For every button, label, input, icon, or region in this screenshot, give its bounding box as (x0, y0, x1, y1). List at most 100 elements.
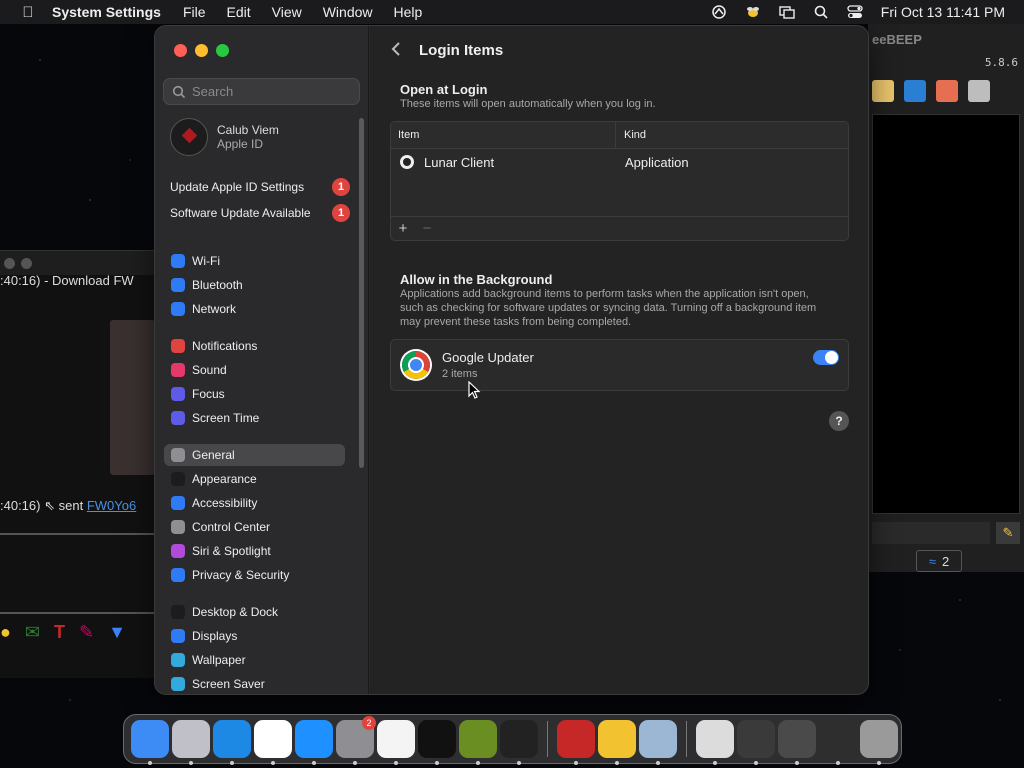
sidebar-item-siri-spotlight[interactable]: Siri & Spotlight (164, 540, 344, 562)
document-stack-2-icon[interactable] (737, 720, 775, 765)
back-button[interactable] (390, 40, 404, 63)
help-button[interactable]: ? (829, 411, 849, 431)
avatar (170, 118, 208, 156)
mail-icon[interactable]: ✉ (25, 622, 40, 643)
network-icon[interactable] (904, 80, 926, 102)
column-kind[interactable]: Kind (616, 129, 646, 141)
page-title: Login Items (419, 42, 504, 59)
window-controls (174, 44, 229, 57)
sidebar-item-general[interactable]: General (164, 444, 345, 466)
filezilla-icon[interactable] (557, 720, 595, 765)
safari-icon[interactable] (213, 720, 251, 765)
sidebar-item-screen-time[interactable]: Screen Time (164, 407, 344, 429)
finder-icon[interactable] (131, 720, 169, 765)
minecraft-icon[interactable] (459, 720, 497, 765)
sidebar-item-control-center[interactable]: Control Center (164, 516, 344, 538)
menu-file[interactable]: File (183, 4, 206, 20)
chrome-icon[interactable] (254, 720, 292, 765)
running-indicator (312, 761, 316, 765)
moon-icon (171, 387, 185, 401)
sidebar-item-accessibility[interactable]: Accessibility (164, 492, 344, 514)
software-update-available[interactable]: Software Update Available 1 (170, 203, 350, 223)
dock-badge: 2 (362, 716, 376, 730)
filter-icon[interactable]: ▼ (108, 622, 126, 643)
sidebar-item-displays[interactable]: Displays (164, 625, 344, 647)
add-item-button[interactable]: + (391, 220, 415, 237)
background-toolbar: ● ✉ T ✎ ▼ (0, 622, 126, 643)
textedit-icon[interactable] (377, 720, 415, 765)
wallpaper-icon (171, 653, 185, 667)
sidebar-item-screen-saver[interactable]: Screen Saver (164, 673, 344, 694)
sidebar-item-desktop-dock[interactable]: Desktop & Dock (164, 601, 344, 623)
beebeep-input[interactable] (872, 522, 990, 544)
screen-mirroring-icon[interactable] (779, 5, 795, 19)
beebeep-toolbar (872, 80, 990, 102)
beebeep-window[interactable]: eeBEEP 5.8.6 ✎ ≈ 2 (868, 24, 1024, 572)
menu-window[interactable]: Window (323, 4, 373, 20)
sidebar-item-network[interactable]: Network (164, 298, 344, 320)
sidebar-item-focus[interactable]: Focus (164, 383, 344, 405)
document-stack-4-icon[interactable] (819, 720, 857, 765)
search-input[interactable] (192, 84, 352, 99)
spotlight-search-icon[interactable] (813, 5, 829, 19)
sidebar-item-sound[interactable]: Sound (164, 359, 344, 381)
menu-help[interactable]: Help (394, 4, 423, 20)
remove-item-button[interactable]: − (415, 220, 439, 237)
background-section-description: Applications add background items to per… (400, 288, 817, 328)
open-at-login-description: These items will open automatically when… (400, 98, 656, 110)
document-stack-1-icon[interactable] (696, 720, 734, 765)
table-row[interactable]: Lunar Client Application (391, 149, 848, 175)
control-center-icon[interactable] (847, 5, 863, 19)
search-field[interactable] (163, 78, 360, 105)
text-format-icon[interactable]: T (54, 622, 65, 643)
background-item-toggle[interactable] (813, 350, 839, 365)
emoji-icon[interactable]: ● (0, 622, 11, 643)
running-indicator (435, 761, 439, 765)
running-indicator (230, 761, 234, 765)
network-utility-icon[interactable] (639, 720, 677, 765)
lunar-status-icon[interactable] (711, 5, 727, 19)
color-picker-icon[interactable]: ✎ (79, 622, 94, 643)
apple-menu-icon[interactable]:  (18, 4, 38, 21)
document-stack-3-icon[interactable] (778, 720, 816, 765)
speaker-icon (171, 363, 185, 377)
column-item[interactable]: Item (391, 122, 616, 149)
sidebar-item-notifications[interactable]: Notifications (164, 335, 344, 357)
trash-icon[interactable] (968, 80, 990, 102)
sidebar-item-wallpaper[interactable]: Wallpaper (164, 649, 344, 671)
sidebar-item-label: Network (192, 302, 237, 316)
menu-view[interactable]: View (272, 4, 302, 20)
running-indicator (713, 761, 717, 765)
menu-clock[interactable]: Fri Oct 13 11:41 PM (881, 4, 1005, 20)
files-icon[interactable] (936, 80, 958, 102)
beebeep-user-count[interactable]: ≈ 2 (916, 550, 962, 572)
lunar-client-icon[interactable] (500, 720, 538, 765)
sidebar-scrollbar[interactable] (359, 118, 364, 468)
background-item-count[interactable]: 2 items (442, 368, 534, 380)
beebeep-status-icon[interactable] (745, 5, 761, 19)
launchpad-icon[interactable] (172, 720, 210, 765)
dock: 2 (123, 714, 902, 765)
menu-edit[interactable]: Edit (227, 4, 251, 20)
broom-icon[interactable]: ✎ (996, 522, 1020, 544)
update-apple-id-settings[interactable]: Update Apple ID Settings 1 (170, 177, 350, 197)
trash-icon[interactable] (860, 720, 898, 765)
app-store-icon[interactable] (295, 720, 333, 765)
zoom-button[interactable] (216, 44, 229, 57)
chat-file-link[interactable]: FW0Yo6 (87, 498, 136, 513)
running-indicator (189, 761, 193, 765)
close-button[interactable] (174, 44, 187, 57)
beebeep-icon[interactable] (598, 720, 636, 765)
sidebar-item-bluetooth[interactable]: Bluetooth (164, 274, 344, 296)
system-settings-icon[interactable]: 2 (336, 716, 376, 765)
sidebar-item-appearance[interactable]: Appearance (164, 468, 344, 490)
bluetooth-icon (171, 278, 185, 292)
edit-icon[interactable] (872, 80, 894, 102)
minimize-button[interactable] (195, 44, 208, 57)
menu-app-name[interactable]: System Settings (52, 4, 161, 20)
sidebar-item-wi-fi[interactable]: Wi-Fi (164, 250, 344, 272)
background-item-row[interactable]: Google Updater 2 items (390, 339, 849, 391)
sidebar-item-privacy-security[interactable]: Privacy & Security (164, 564, 344, 586)
apple-id-account[interactable]: Calub Viem Apple ID (170, 118, 279, 156)
terminal-icon[interactable] (418, 720, 456, 765)
